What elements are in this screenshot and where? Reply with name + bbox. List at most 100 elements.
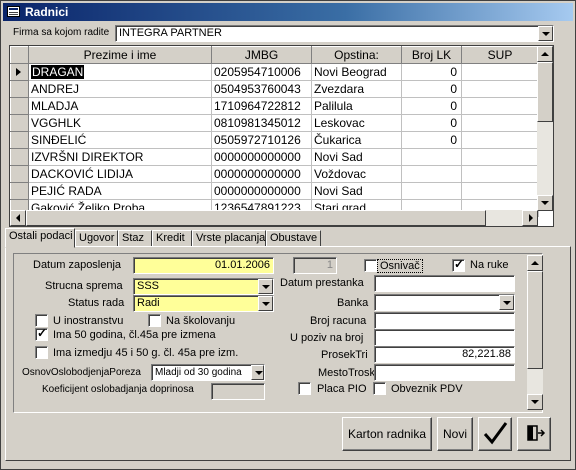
cell-opstina[interactable]: Palilula bbox=[311, 97, 402, 115]
scroll-down-icon[interactable] bbox=[527, 394, 543, 410]
scroll-down-icon[interactable] bbox=[537, 195, 553, 211]
column-header-prezime[interactable]: Prezime i ime bbox=[28, 46, 212, 64]
cell-sup[interactable] bbox=[461, 165, 539, 183]
u-poziv-na-broj-field[interactable] bbox=[374, 329, 515, 346]
cell-broj-lk[interactable] bbox=[401, 165, 462, 183]
chevron-down-icon[interactable] bbox=[538, 26, 553, 41]
scroll-right-icon[interactable] bbox=[522, 210, 538, 226]
table-row[interactable]: ANDREJ 0504953760043 Zvezdara 0 bbox=[10, 80, 539, 98]
grid-vscroll-thumb[interactable] bbox=[537, 62, 553, 122]
row-selector[interactable] bbox=[10, 97, 29, 115]
table-row[interactable]: MLADJA 1710964722812 Palilula 0 bbox=[10, 97, 539, 115]
table-row[interactable]: IZVRŠNI DIREKTOR 0000000000000 Novi Sad bbox=[10, 148, 539, 166]
datum-prestanka-field[interactable] bbox=[374, 275, 515, 292]
cell-prezime[interactable]: DACKOVIĆ LIDIJA bbox=[28, 165, 212, 183]
obveznik-pdv-checkbox[interactable] bbox=[373, 382, 386, 395]
cell-sup[interactable] bbox=[461, 182, 539, 200]
cell-jmbg[interactable]: 0205954710006 bbox=[211, 63, 312, 81]
cell-opstina[interactable]: Čukarica bbox=[311, 131, 402, 149]
details-vertical-scrollbar[interactable] bbox=[527, 255, 543, 410]
cell-broj-lk[interactable]: 0 bbox=[401, 97, 462, 115]
cell-sup[interactable] bbox=[461, 148, 539, 166]
tab-ostali-podaci[interactable]: Ostali podaci bbox=[5, 228, 75, 248]
novi-button[interactable]: Novi bbox=[437, 417, 473, 451]
strucna-sprema-combo[interactable]: SSS bbox=[133, 278, 274, 295]
column-header-opstina[interactable]: Opstina: bbox=[311, 46, 402, 64]
cell-opstina[interactable]: Zvezdara bbox=[311, 80, 402, 98]
cell-prezime[interactable]: PEJIĆ RADA bbox=[28, 182, 212, 200]
row-selector[interactable] bbox=[10, 114, 29, 132]
cell-prezime[interactable]: IZVRŠNI DIREKTOR bbox=[28, 148, 212, 166]
cell-sup[interactable] bbox=[461, 97, 539, 115]
column-header-jmbg[interactable]: JMBG bbox=[211, 46, 312, 64]
cell-jmbg[interactable]: 0000000000000 bbox=[211, 182, 312, 200]
ima-45-50-checkbox[interactable] bbox=[35, 346, 48, 359]
cell-opstina[interactable]: Novi Sad bbox=[311, 182, 402, 200]
prosek-tri-field[interactable]: 82,221.88 bbox=[374, 346, 515, 363]
cell-prezime[interactable]: DRAGAN bbox=[28, 63, 212, 81]
osnivac-checkbox[interactable] bbox=[364, 259, 377, 272]
cell-sup[interactable] bbox=[461, 114, 539, 132]
karton-radnika-button[interactable]: Karton radnika bbox=[342, 417, 432, 451]
table-row[interactable]: SINĐELIĆ 0505972710126 Čukarica 0 bbox=[10, 131, 539, 149]
cell-broj-lk[interactable] bbox=[401, 148, 462, 166]
tab-vrste-placanja[interactable]: Vrste placanja bbox=[192, 230, 266, 247]
cell-jmbg[interactable]: 0505972710126 bbox=[211, 131, 312, 149]
broj-racuna-field[interactable] bbox=[374, 312, 515, 329]
cell-jmbg[interactable]: 0000000000000 bbox=[211, 148, 312, 166]
cell-jmbg[interactable]: 0000000000000 bbox=[211, 165, 312, 183]
table-row[interactable]: DACKOVIĆ LIDIJA 0000000000000 Voždovac bbox=[10, 165, 539, 183]
chevron-down-icon[interactable] bbox=[499, 295, 514, 310]
mesto-troska-field[interactable] bbox=[374, 364, 515, 381]
cell-prezime[interactable]: SINĐELIĆ bbox=[28, 131, 212, 149]
row-selector[interactable] bbox=[10, 182, 29, 200]
tab-obustave[interactable]: Obustave bbox=[266, 230, 321, 247]
column-header-broj-lk[interactable]: Broj LK bbox=[401, 46, 462, 64]
firma-combo[interactable]: INTEGRA PARTNER bbox=[115, 25, 554, 42]
cell-broj-lk[interactable]: 0 bbox=[401, 80, 462, 98]
cell-broj-lk[interactable]: 0 bbox=[401, 114, 462, 132]
cell-prezime[interactable]: MLADJA bbox=[28, 97, 212, 115]
row-selector[interactable] bbox=[10, 131, 29, 149]
cell-opstina[interactable]: Novi Beograd bbox=[311, 63, 402, 81]
chevron-down-icon[interactable] bbox=[258, 296, 273, 311]
cell-jmbg[interactable]: 0504953760043 bbox=[211, 80, 312, 98]
row-selector[interactable] bbox=[10, 148, 29, 166]
exit-button[interactable] bbox=[517, 417, 551, 451]
cell-sup[interactable] bbox=[461, 131, 539, 149]
table-row[interactable]: VGGHLK 0810981345012 Leskovac 0 bbox=[10, 114, 539, 132]
cell-broj-lk[interactable]: 0 bbox=[401, 63, 462, 81]
cell-sup[interactable] bbox=[461, 80, 539, 98]
cell-prezime[interactable]: ANDREJ bbox=[28, 80, 212, 98]
row-selector[interactable] bbox=[10, 63, 29, 81]
cell-broj-lk[interactable]: 0 bbox=[401, 131, 462, 149]
tab-staz[interactable]: Staz bbox=[118, 230, 152, 247]
column-header-sup[interactable]: SUP bbox=[461, 46, 539, 64]
grid-vertical-scrollbar[interactable] bbox=[537, 46, 553, 211]
status-rada-combo[interactable]: Radi bbox=[133, 295, 274, 312]
grid-hscroll-thumb[interactable] bbox=[26, 210, 486, 226]
placa-pio-checkbox[interactable] bbox=[298, 382, 311, 395]
na-ruke-checkbox[interactable] bbox=[452, 257, 465, 272]
chevron-down-icon[interactable] bbox=[251, 365, 264, 380]
save-button[interactable] bbox=[478, 417, 512, 451]
scroll-left-icon[interactable] bbox=[10, 210, 26, 226]
cell-jmbg[interactable]: 0810981345012 bbox=[211, 114, 312, 132]
cell-sup[interactable] bbox=[461, 63, 539, 81]
tab-kredit[interactable]: Kredit bbox=[152, 230, 192, 247]
datum-zaposlenja-field[interactable]: 01.01.2006 bbox=[133, 257, 274, 274]
chevron-down-icon[interactable] bbox=[258, 279, 273, 294]
osnov-oslobodjenja-combo[interactable]: Mladji od 30 godina bbox=[151, 364, 265, 381]
cell-broj-lk[interactable] bbox=[401, 182, 462, 200]
grid-horizontal-scrollbar[interactable] bbox=[10, 210, 538, 226]
scroll-up-icon[interactable] bbox=[537, 46, 553, 62]
row-selector[interactable] bbox=[10, 80, 29, 98]
row-selector[interactable] bbox=[10, 165, 29, 183]
details-vscroll-thumb[interactable] bbox=[527, 271, 543, 369]
na-skolovanju-checkbox[interactable] bbox=[148, 314, 161, 327]
scroll-up-icon[interactable] bbox=[527, 255, 543, 271]
banka-combo[interactable] bbox=[374, 294, 515, 311]
cell-prezime[interactable]: VGGHLK bbox=[28, 114, 212, 132]
ima-50-checkbox[interactable] bbox=[35, 326, 48, 341]
cell-opstina[interactable]: Leskovac bbox=[311, 114, 402, 132]
